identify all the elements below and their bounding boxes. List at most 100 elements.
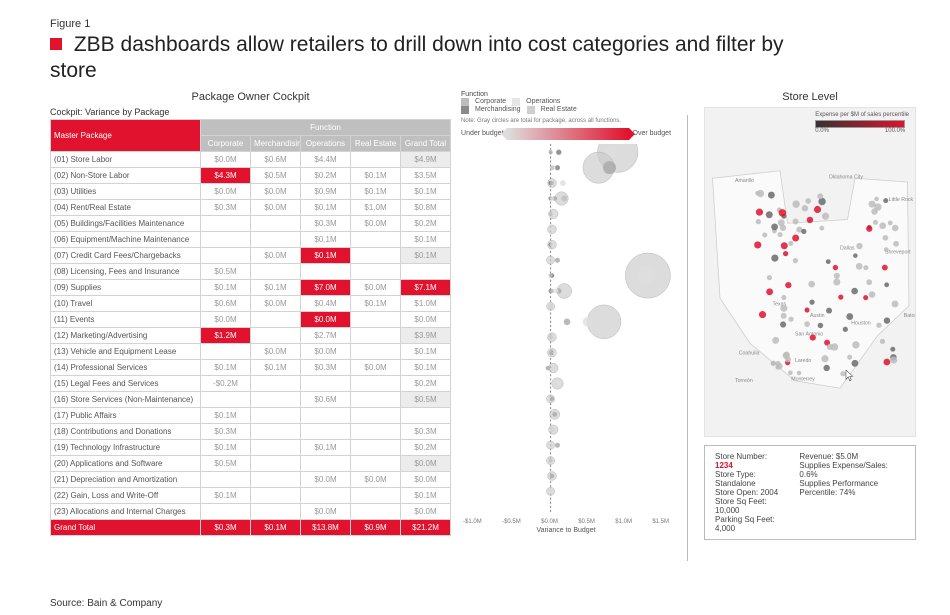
cell[interactable]: $0.1M [201, 407, 251, 423]
cell[interactable] [251, 407, 301, 423]
map-store-dot[interactable] [866, 279, 872, 285]
map-store-dot[interactable] [762, 232, 767, 237]
map-store-dot[interactable] [756, 218, 761, 223]
table-row[interactable]: (12) Marketing/Advertising$1.2M$2.7M$3.9… [51, 327, 451, 343]
cell[interactable]: $0.0M [251, 247, 301, 263]
cell[interactable]: $0.0M [251, 295, 301, 311]
map-store-dot[interactable] [759, 311, 766, 318]
bubble-chart[interactable] [461, 144, 671, 514]
cell[interactable]: $0.0M [251, 343, 301, 359]
map-store-dot[interactable] [831, 343, 838, 350]
cell[interactable] [251, 487, 301, 503]
cell[interactable] [301, 375, 351, 391]
map-store-dot[interactable] [802, 205, 808, 211]
cell[interactable] [201, 231, 251, 247]
cell[interactable]: $0.0M [301, 471, 351, 487]
map-store-dot[interactable] [785, 281, 791, 287]
bubble-func[interactable] [554, 288, 559, 293]
cell[interactable]: $0.0M [201, 151, 251, 167]
map-store-dot[interactable] [833, 278, 840, 285]
cell[interactable]: $0.1M [401, 343, 451, 359]
col-operations[interactable]: Operations [301, 135, 351, 151]
col-real-estate[interactable]: Real Estate [351, 135, 401, 151]
map-store-dot[interactable] [793, 258, 798, 263]
map-store-dot[interactable] [771, 360, 776, 365]
cell[interactable]: $0.3M [201, 199, 251, 215]
map-store-dot[interactable] [884, 282, 889, 287]
map-store-dot[interactable] [826, 307, 832, 313]
cell[interactable]: $0.0M [401, 311, 451, 327]
table-row[interactable]: (01) Store Labor$0.0M$0.6M$4.4M$4.9M [51, 151, 451, 167]
map-store-dot[interactable] [876, 322, 881, 327]
bubble-func[interactable] [637, 266, 656, 285]
cell[interactable]: $4.9M [401, 151, 451, 167]
cell[interactable]: $0.5M [401, 391, 451, 407]
cell[interactable] [251, 471, 301, 487]
cell[interactable]: $0.0M [251, 199, 301, 215]
cell[interactable]: $0.3M [301, 215, 351, 231]
cell[interactable]: $0.0M [301, 343, 351, 359]
map-store-dot[interactable] [793, 218, 799, 224]
map-store-dot[interactable] [781, 242, 788, 249]
bubble-func[interactable] [549, 458, 553, 462]
table-row[interactable]: (19) Technology Infrastructure$0.1M$0.1M… [51, 439, 451, 455]
cell[interactable]: $0.2M [401, 375, 451, 391]
map-store-dot[interactable] [884, 317, 890, 323]
bubble-func[interactable] [552, 411, 557, 416]
cell[interactable]: $0.8M [401, 199, 451, 215]
bubble-total[interactable] [547, 441, 555, 449]
map-store-dot[interactable] [804, 321, 810, 327]
map-store-dot[interactable] [853, 253, 858, 258]
map-store-dot[interactable] [852, 359, 859, 366]
cell[interactable]: $0.1M [251, 359, 301, 375]
table-row[interactable]: (06) Equipment/Machine Maintenance$0.1M$… [51, 231, 451, 247]
cell[interactable]: $0.0M [201, 183, 251, 199]
cell[interactable]: $7.0M [301, 279, 351, 295]
cell[interactable]: $3.5M [401, 167, 451, 183]
bubble-func[interactable] [555, 257, 560, 262]
bubble-func[interactable] [564, 318, 571, 325]
map-store-dot[interactable] [882, 264, 888, 270]
cell[interactable]: $0.2M [301, 167, 351, 183]
map-store-dot[interactable] [775, 364, 780, 369]
table-row[interactable]: (11) Events$0.0M$0.0M$0.0M [51, 311, 451, 327]
map-store-dot[interactable] [884, 358, 891, 365]
bubble-func[interactable] [549, 211, 553, 215]
map-store-dot[interactable] [767, 275, 772, 280]
map-store-dot[interactable] [818, 322, 824, 328]
cell[interactable]: $0.1M [301, 199, 351, 215]
cell[interactable] [301, 407, 351, 423]
table-row[interactable]: (09) Supplies$0.1M$0.1M$7.0M$0.0M$7.1M [51, 279, 451, 295]
bubble-func[interactable] [603, 161, 616, 174]
map-store-dot[interactable] [833, 264, 838, 269]
cell[interactable] [351, 327, 401, 343]
store-map[interactable]: Expense per $M of sales percentile 0.0%1… [704, 107, 916, 437]
bubble-func[interactable] [550, 242, 554, 246]
map-store-dot[interactable] [821, 355, 828, 362]
cell[interactable]: $0.0M [301, 311, 351, 327]
cell[interactable]: $0.0M [251, 183, 301, 199]
map-store-dot[interactable] [879, 222, 886, 229]
map-store-dot[interactable] [788, 316, 793, 321]
map-store-dot[interactable] [805, 198, 811, 204]
map-store-dot[interactable] [874, 196, 879, 201]
cell[interactable]: $0.0M [351, 279, 401, 295]
grand-total-row[interactable]: Grand Total$0.3M$0.1M$13.8M$0.9M$21.2M [51, 519, 451, 535]
map-store-dot[interactable] [871, 208, 877, 214]
table-row[interactable]: (23) Allocations and Internal Charges$0.… [51, 503, 451, 519]
cell[interactable]: $0.2M [401, 439, 451, 455]
cell[interactable] [201, 215, 251, 231]
map-store-dot[interactable] [869, 291, 876, 298]
cell[interactable]: $0.0M [401, 471, 451, 487]
cell[interactable] [301, 423, 351, 439]
table-row[interactable]: (18) Contributions and Donations$0.3M$0.… [51, 423, 451, 439]
cell[interactable]: $0.1M [401, 231, 451, 247]
table-row[interactable]: (03) Utilities$0.0M$0.0M$0.9M$0.1M$0.1M [51, 183, 451, 199]
cell[interactable] [351, 263, 401, 279]
cell[interactable]: $0.4M [301, 295, 351, 311]
map-store-dot[interactable] [893, 240, 899, 246]
map-store-dot[interactable] [768, 191, 775, 198]
table-row[interactable]: (14) Professional Services$0.1M$0.1M$0.3… [51, 359, 451, 375]
bubble-func[interactable] [555, 165, 560, 170]
cell[interactable]: $4.3M [201, 167, 251, 183]
